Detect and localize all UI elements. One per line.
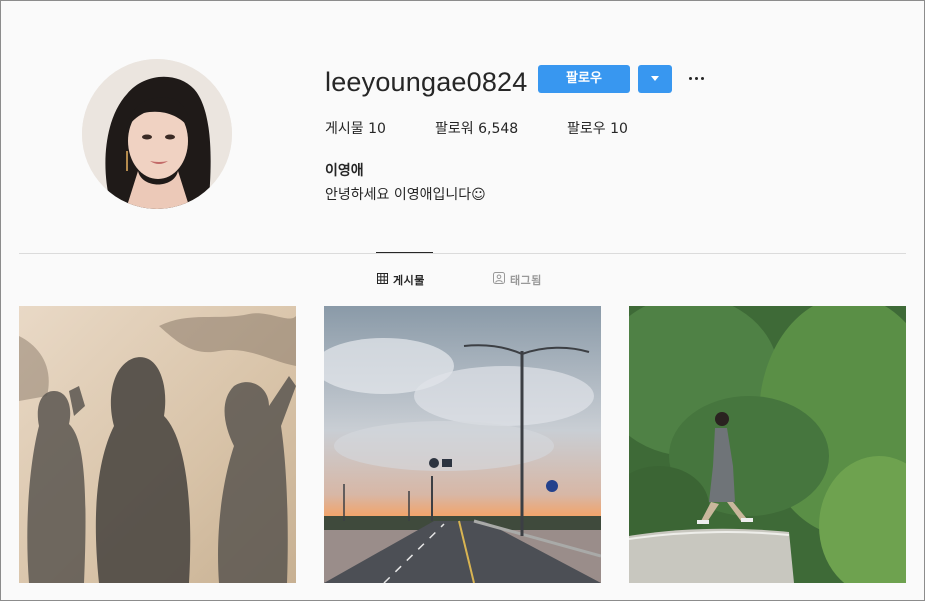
tab-tagged[interactable]: 태그됨	[493, 272, 542, 290]
post-image-shadows	[19, 306, 296, 583]
tabs-divider	[19, 253, 906, 254]
tab-label: 게시물	[393, 274, 425, 287]
stat-value: 10	[368, 121, 386, 137]
profile-page: leeyoungae0824 팔로우 게시물 10 팔로워 6,548 팔로우 …	[0, 0, 925, 601]
grid-icon	[377, 272, 388, 290]
suggested-dropdown-button[interactable]	[638, 65, 672, 93]
follow-button[interactable]: 팔로우	[538, 65, 630, 93]
triangle-down-icon	[651, 76, 659, 81]
post-thumbnail[interactable]	[629, 306, 906, 583]
more-options-button[interactable]	[687, 69, 707, 87]
active-tab-indicator	[376, 252, 433, 253]
avatar-image	[82, 59, 232, 209]
post-image-forest-walk	[629, 306, 906, 583]
post-image-highway	[324, 306, 601, 583]
post-thumbnail[interactable]	[324, 306, 601, 583]
stat-label: 게시물	[325, 121, 364, 137]
username: leeyoungae0824	[325, 67, 528, 97]
tag-icon	[493, 272, 505, 290]
avatar[interactable]	[82, 59, 232, 209]
tab-posts[interactable]: 게시물	[377, 272, 425, 290]
stat-label: 팔로워	[435, 121, 474, 137]
stat-followers[interactable]: 팔로워 6,548	[435, 119, 518, 139]
stat-label: 팔로우	[567, 121, 606, 137]
tab-label: 태그됨	[510, 274, 542, 287]
full-name: 이영애	[325, 163, 364, 179]
stat-value: 6,548	[478, 121, 519, 137]
stat-posts: 게시물 10	[325, 119, 386, 139]
post-thumbnail[interactable]	[19, 306, 296, 583]
stat-following[interactable]: 팔로우 10	[567, 119, 628, 139]
bio: 안녕하세요 이영애입니다☺	[325, 187, 486, 203]
stat-value: 10	[610, 121, 628, 137]
